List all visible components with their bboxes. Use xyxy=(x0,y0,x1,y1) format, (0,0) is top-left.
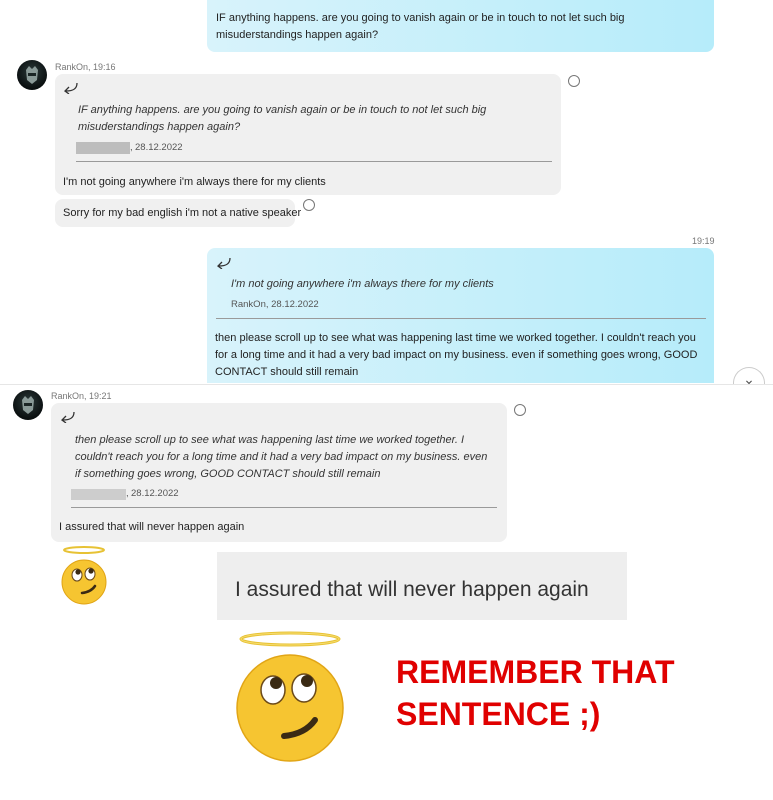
avatar[interactable] xyxy=(17,60,47,90)
message-text: then please scroll up to see what was ha… xyxy=(215,332,698,378)
smiley-reaction-icon[interactable] xyxy=(303,199,315,211)
reply-arrow-icon xyxy=(64,82,78,97)
reply-arrow-icon xyxy=(217,257,231,272)
zoomed-message-highlight: I assured that will never happen again xyxy=(217,552,627,620)
message-text: I'm not going anywhere i'm always there … xyxy=(63,176,326,188)
message-text: IF anything happens. are you going to va… xyxy=(216,12,625,41)
quote-divider xyxy=(216,318,706,319)
quote-divider xyxy=(71,507,497,508)
reply-arrow-icon xyxy=(61,411,75,426)
incoming-message-bubble[interactable]: Sorry for my bad english i'm not a nativ… xyxy=(55,199,301,227)
chevron-down-icon: ⌄ xyxy=(743,371,755,384)
incoming-message-bubble[interactable]: IF anything happens. are you going to va… xyxy=(55,74,561,195)
sender-name-time: RankOn, 19:21 xyxy=(51,391,112,401)
avatar-image xyxy=(26,66,38,84)
scroll-down-button[interactable]: ⌄ xyxy=(733,367,765,384)
outgoing-message-bubble[interactable]: IF anything happens. are you going to va… xyxy=(207,0,714,52)
quote-date: 28.12.2022 xyxy=(131,488,179,499)
message-text: Sorry for my bad english i'm not a nativ… xyxy=(63,207,302,219)
quoted-message-text: IF anything happens. are you going to va… xyxy=(78,104,487,133)
quote-divider xyxy=(76,161,552,162)
sender-name-time: RankOn, 19:16 xyxy=(55,62,116,72)
smiley-reaction-icon[interactable] xyxy=(514,404,526,416)
innocent-halo-emoji xyxy=(61,546,107,605)
redacted-name xyxy=(71,489,126,500)
quoted-message-text: I'm not going anywhere i'm always there … xyxy=(231,278,494,290)
quoted-message-text: then please scroll up to see what was ha… xyxy=(75,434,488,480)
remember-caption-line2: SENTENCE ;) xyxy=(396,696,601,732)
zoomed-message-text: I assured that will never happen again xyxy=(235,578,589,601)
quote-date: 28.12.2022 xyxy=(135,142,183,153)
smiley-reaction-icon[interactable] xyxy=(568,75,580,87)
avatar[interactable] xyxy=(13,390,43,420)
outgoing-message-bubble[interactable]: I'm not going anywhere i'm always there … xyxy=(207,248,714,383)
quote-comma: , xyxy=(126,488,129,499)
screenshot-separator xyxy=(0,384,773,385)
quote-author-date: RankOn, 28.12.2022 xyxy=(231,299,319,310)
redacted-name xyxy=(76,142,130,154)
remember-caption-line1: REMEMBER THAT xyxy=(396,654,675,690)
message-time: 19:19 xyxy=(692,236,715,246)
message-text: I assured that will never happen again xyxy=(59,521,245,533)
quote-comma: , xyxy=(130,142,133,153)
avatar-image xyxy=(22,396,34,414)
innocent-halo-emoji xyxy=(236,631,344,762)
incoming-message-bubble[interactable]: then please scroll up to see what was ha… xyxy=(51,403,507,542)
